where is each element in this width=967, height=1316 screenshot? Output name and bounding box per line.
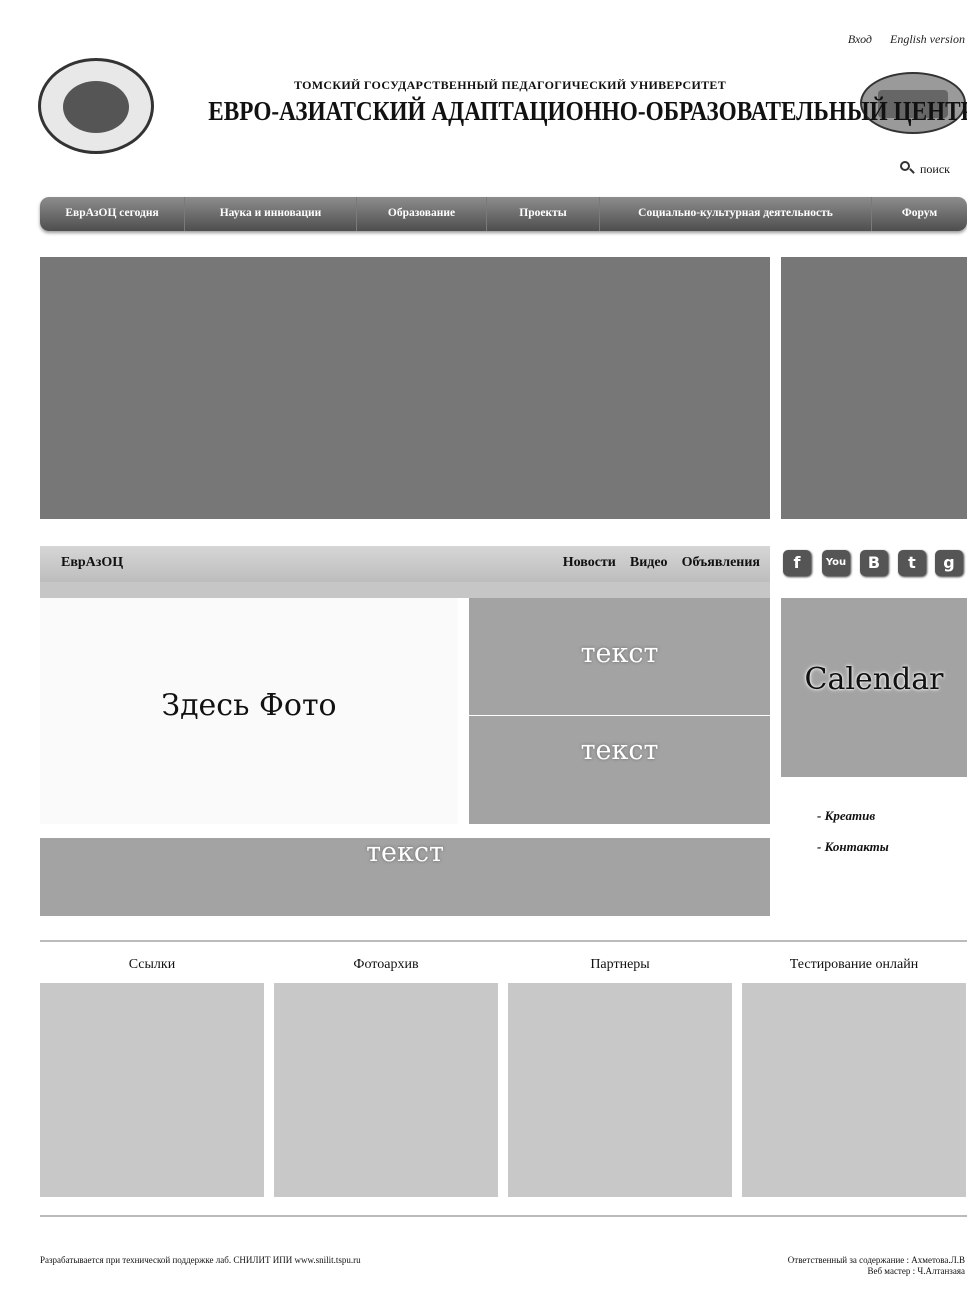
login-link[interactable]: Вход: [848, 32, 872, 46]
page-title: ЕВРО-АЗИАТСКИЙ АДАПТАЦИОННО-ОБРАЗОВАТЕЛЬ…: [208, 96, 967, 126]
side-links: - Креатив - Контакты: [817, 808, 889, 870]
footer-content-owner: Ответственный за содержание : Ахметова.Л…: [787, 1255, 965, 1265]
photo-placeholder[interactable]: Здесь Фото: [40, 598, 458, 824]
creative-link[interactable]: - Креатив: [817, 808, 889, 824]
section-box-online-testing[interactable]: [742, 983, 966, 1197]
english-version-link[interactable]: English version: [890, 32, 965, 46]
section-title-partners: Партнеры: [590, 957, 650, 972]
divider: [40, 940, 967, 942]
text-block-2[interactable]: текст: [469, 716, 770, 824]
tab-video[interactable]: Видео: [630, 555, 668, 570]
center-logo[interactable]: [38, 58, 154, 154]
footer-divider: [40, 1215, 967, 1217]
footer-webmaster: Веб мастер : Ч.Алтанзаяа: [867, 1266, 965, 1276]
facebook-icon[interactable]: f: [783, 550, 811, 576]
calendar-widget[interactable]: Calendar: [781, 598, 967, 777]
footer-credits: Разрабатывается при технической поддержк…: [40, 1255, 361, 1265]
photo-label: Здесь Фото: [161, 688, 337, 723]
logo-emblem-icon: [63, 81, 129, 133]
contacts-link[interactable]: - Контакты: [817, 839, 889, 855]
main-banner[interactable]: [40, 257, 770, 519]
youtube-icon[interactable]: You: [822, 550, 850, 576]
section-title-online-testing: Тестирование онлайн: [789, 957, 919, 972]
search-label: поиск: [920, 162, 950, 176]
calendar-label: Calendar: [804, 662, 944, 697]
nav-item-projects[interactable]: Проекты: [487, 197, 600, 231]
text-block-1[interactable]: текст: [469, 598, 770, 715]
university-title: ТОМСКИЙ ГОСУДАРСТВЕННЫЙ ПЕДАГОГИЧЕСКИЙ У…: [293, 78, 727, 92]
news-brand: ЕврАзОЦ: [61, 555, 124, 570]
nav-item-education[interactable]: Образование: [357, 197, 487, 231]
nav-item-forum[interactable]: Форум: [872, 197, 967, 231]
side-banner[interactable]: [781, 257, 967, 519]
search-button[interactable]: поиск: [900, 160, 966, 178]
news-tabs: Новости Видео Объявления: [549, 555, 760, 571]
section-title-links: Ссылки: [128, 957, 176, 972]
section-box-photoarchive[interactable]: [274, 983, 498, 1197]
google-plus-icon[interactable]: g: [935, 550, 963, 576]
top-links: Вход English version: [800, 32, 965, 52]
twitter-icon[interactable]: t: [898, 550, 926, 576]
main-nav: ЕврАзОЦ сегодня Наука и инновации Образо…: [40, 197, 967, 231]
footer-staff: Ответственный за содержание : Ахметова.Л…: [640, 1255, 965, 1277]
news-strip: [40, 582, 770, 598]
nav-item-science[interactable]: Наука и инновации: [185, 197, 357, 231]
news-header: ЕврАзОЦ Новости Видео Объявления: [40, 546, 770, 582]
vkontakte-icon[interactable]: B: [860, 550, 888, 576]
tab-news[interactable]: Новости: [563, 555, 616, 570]
section-box-partners[interactable]: [508, 983, 732, 1197]
nav-item-today[interactable]: ЕврАзОЦ сегодня: [40, 197, 185, 231]
section-box-links[interactable]: [40, 983, 264, 1197]
text-block-3[interactable]: текст: [40, 838, 770, 916]
section-title-photoarchive: Фотоархив: [353, 957, 419, 972]
tab-announcements[interactable]: Объявления: [682, 555, 760, 570]
nav-item-social-cultural[interactable]: Социально-культурная деятельность: [600, 197, 872, 231]
